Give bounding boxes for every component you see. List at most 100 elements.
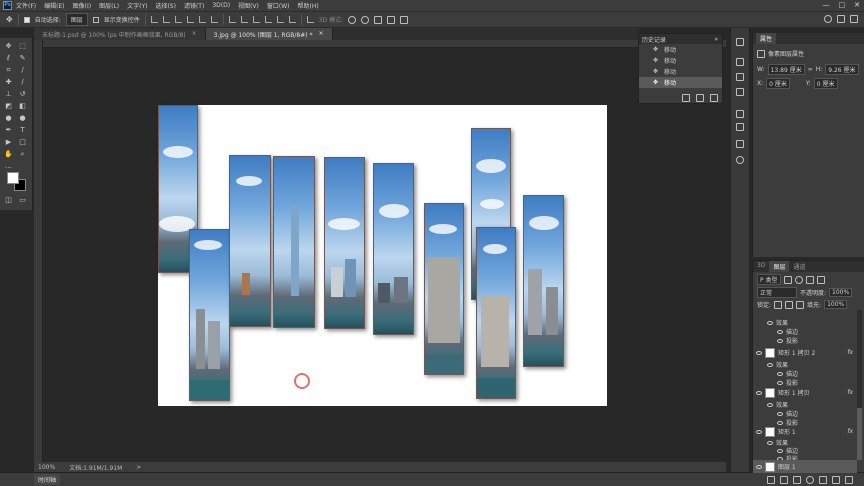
new-document-from-state-icon[interactable] <box>682 94 690 102</box>
collapse-icon[interactable]: » <box>714 36 718 43</box>
distribute-top-icon[interactable] <box>228 16 236 23</box>
tab-3d[interactable]: 3D <box>753 261 769 272</box>
fill-field[interactable]: 100% <box>824 300 848 309</box>
add-mask-icon[interactable] <box>793 475 801 484</box>
menu-layer[interactable]: 图层(L) <box>99 1 119 10</box>
zoom-level[interactable]: 100% <box>38 464 55 471</box>
swatches-icon[interactable] <box>736 73 744 81</box>
history-item[interactable]: ✥ 移动 <box>639 44 722 55</box>
eye-icon[interactable] <box>777 411 783 416</box>
width-field[interactable]: 13.89 厘米 <box>767 64 805 75</box>
menu-edit[interactable]: 编辑(E) <box>44 1 64 10</box>
transform-controls-checkbox[interactable] <box>92 16 99 23</box>
glyphs-icon[interactable] <box>736 123 744 131</box>
eye-icon[interactable] <box>777 338 783 343</box>
brush-settings-icon[interactable] <box>736 88 744 96</box>
filter-adjust-icon[interactable] <box>794 275 803 284</box>
add-style-icon[interactable] <box>780 475 788 484</box>
history-item[interactable]: ✥ 移动 <box>639 66 722 77</box>
delete-layer-icon[interactable] <box>845 475 853 484</box>
screen-mode-icon[interactable]: ▭ <box>18 196 27 205</box>
gradient-tool-icon[interactable]: ◧ <box>18 102 27 111</box>
new-group-icon[interactable] <box>819 475 827 484</box>
tab-untitled-1[interactable]: 未标题-1.psd @ 100% (ps 中制作画框效果, RGB/8) × <box>34 28 206 40</box>
effect-stroke-row[interactable]: 描边 <box>753 369 857 378</box>
align-right-icon[interactable] <box>210 16 218 23</box>
eye-icon[interactable] <box>767 362 773 367</box>
tab-3-jpg[interactable]: 3.jpg @ 100% (图层 1, RGB/8#) * × <box>205 28 333 40</box>
share-icon[interactable] <box>850 15 858 23</box>
lock-position-icon[interactable] <box>785 300 794 309</box>
distribute-left-icon[interactable] <box>264 16 272 23</box>
rectangle-tool-icon[interactable]: □ <box>18 138 27 147</box>
align-bottom-icon[interactable] <box>174 16 182 23</box>
brush-tool-icon[interactable]: ∕ <box>18 78 27 87</box>
history-item-selected[interactable]: ✥ 移动 <box>639 77 722 88</box>
character-icon[interactable] <box>736 110 744 118</box>
tab-channels[interactable]: 通道 <box>789 261 809 272</box>
effects-row[interactable]: 效果 <box>753 318 857 327</box>
zoom-tool-icon[interactable]: ⌕ <box>18 150 27 159</box>
layer-name[interactable]: 图层 1 <box>778 462 796 471</box>
document-canvas[interactable] <box>158 105 607 406</box>
move-tool-icon[interactable]: ✥ <box>6 15 13 24</box>
distribute-right-icon[interactable] <box>288 16 296 23</box>
quick-select-tool-icon[interactable]: ✎ <box>18 54 27 63</box>
eye-icon[interactable] <box>777 329 783 334</box>
type-tool-icon[interactable]: T <box>18 126 27 135</box>
menu-select[interactable]: 选择(S) <box>155 1 176 10</box>
3d-pan-icon[interactable] <box>374 15 383 24</box>
tab-layers[interactable]: 图层 <box>769 261 790 272</box>
auto-select-checkbox[interactable] <box>23 16 30 23</box>
effects-row[interactable]: 效果 <box>753 360 857 369</box>
photo-strip[interactable] <box>523 195 564 367</box>
eye-icon[interactable] <box>767 402 773 407</box>
new-layer-icon[interactable] <box>832 475 840 484</box>
menu-file[interactable]: 文件(F) <box>16 1 36 10</box>
eye-icon[interactable] <box>777 380 783 385</box>
timeline-tab[interactable]: 时间轴 <box>34 474 61 485</box>
layers-scrollbar-thumb[interactable] <box>857 408 862 460</box>
photo-strip[interactable] <box>229 155 271 327</box>
search-icon[interactable] <box>824 15 832 23</box>
quick-mask-icon[interactable]: ◫ <box>4 196 13 205</box>
effect-shadow-row[interactable]: 投影 <box>753 336 857 345</box>
more-tools-icon[interactable]: … <box>4 162 13 171</box>
menu-window[interactable]: 窗口(W) <box>267 1 290 10</box>
menu-view[interactable]: 视图(V) <box>238 1 259 10</box>
photo-strip[interactable] <box>476 227 516 399</box>
fx-icon[interactable]: fx <box>847 428 853 435</box>
eye-icon[interactable] <box>756 350 762 355</box>
healing-brush-icon[interactable]: ✚ <box>4 78 13 87</box>
layer-row[interactable]: 矩形 1 拷贝 2 fx <box>753 345 857 360</box>
filter-pixel-icon[interactable] <box>783 275 792 284</box>
3d-roll-icon[interactable] <box>361 15 370 24</box>
3d-icon[interactable] <box>736 156 744 164</box>
minimize-button[interactable]: — <box>823 1 830 9</box>
clone-stamp-icon[interactable]: ⊥ <box>4 90 13 99</box>
menu-filter[interactable]: 滤镜(T) <box>184 1 204 10</box>
path-select-icon[interactable]: ▶ <box>4 138 13 147</box>
fx-icon[interactable]: fx <box>847 389 853 396</box>
height-field[interactable]: 9.26 厘米 <box>825 64 859 75</box>
tab-close-icon[interactable]: × <box>192 30 197 38</box>
snapshot-icon[interactable] <box>696 94 704 102</box>
hand-tool-icon[interactable]: ✋ <box>4 150 13 159</box>
link-icon[interactable]: ∞ <box>808 66 813 73</box>
opacity-field[interactable]: 100% <box>829 288 853 297</box>
layer-row[interactable]: 矩形 1 fx <box>753 424 857 439</box>
align-hcenter-icon[interactable] <box>198 16 206 23</box>
x-field[interactable]: 0 厘米 <box>766 78 790 89</box>
effect-stroke-row[interactable]: 描边 <box>753 409 857 418</box>
distribute-bottom-icon[interactable] <box>252 16 260 23</box>
photo-strip[interactable] <box>189 229 230 401</box>
fx-icon[interactable]: fx <box>847 349 853 356</box>
distribute-vcenter-icon[interactable] <box>240 16 248 23</box>
blur-tool-icon[interactable]: ● <box>4 114 13 123</box>
photo-strip[interactable] <box>373 163 414 335</box>
filter-type-icon[interactable] <box>805 275 814 284</box>
eyedropper-tool-icon[interactable]: ∕ <box>18 66 27 75</box>
align-left-icon[interactable] <box>186 16 194 23</box>
effects-row[interactable]: 效果 <box>753 400 857 409</box>
dodge-tool-icon[interactable]: ● <box>18 114 27 123</box>
